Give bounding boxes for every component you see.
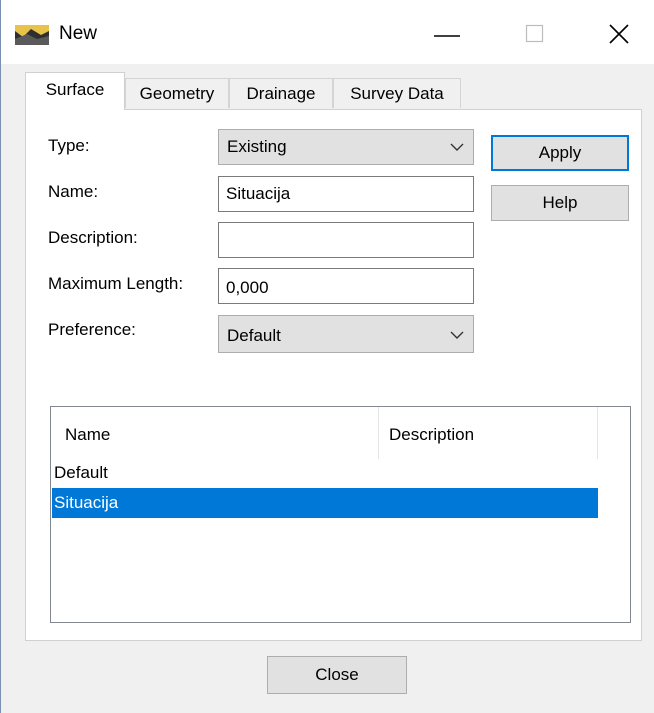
window-title: New xyxy=(59,23,98,44)
preference-dropdown[interactable]: Default xyxy=(218,315,474,353)
help-button[interactable]: Help xyxy=(491,185,629,221)
list-item-name: Situacija xyxy=(54,493,119,512)
preference-label: Preference: xyxy=(48,320,136,339)
chevron-down-icon xyxy=(450,331,464,339)
maximum-length-input[interactable]: 0,000 xyxy=(218,268,474,304)
title-bar[interactable]: New xyxy=(1,0,654,64)
minimize-button[interactable] xyxy=(425,14,469,54)
landscape-app-icon xyxy=(15,25,49,45)
tab-survey-data[interactable]: Survey Data xyxy=(333,78,461,108)
preference-dropdown-value: Default xyxy=(227,326,281,345)
list-header: Name Description xyxy=(51,407,630,459)
name-input[interactable]: Situacija xyxy=(218,176,474,212)
description-input[interactable] xyxy=(218,222,474,258)
column-header-description[interactable]: Description xyxy=(379,407,598,459)
description-label: Description: xyxy=(48,228,138,247)
surface-tab-panel: Type: Existing Name: Situacija Descripti… xyxy=(25,109,642,641)
tab-drainage[interactable]: Drainage xyxy=(229,78,333,108)
close-window-button[interactable] xyxy=(597,14,641,54)
tab-geometry[interactable]: Geometry xyxy=(125,78,229,108)
close-button[interactable]: Close xyxy=(267,656,407,694)
type-dropdown[interactable]: Existing xyxy=(218,129,474,165)
apply-button[interactable]: Apply xyxy=(491,135,629,171)
list-item-default[interactable]: Default xyxy=(52,458,598,488)
tab-surface[interactable]: Surface xyxy=(25,72,125,110)
column-header-name[interactable]: Name xyxy=(51,407,379,459)
chevron-down-icon xyxy=(450,143,464,151)
type-dropdown-value: Existing xyxy=(227,137,287,156)
list-item-situacija[interactable]: Situacija xyxy=(52,488,598,518)
type-label: Type: xyxy=(48,136,90,155)
maximum-length-label: Maximum Length: xyxy=(48,274,184,293)
maximize-icon xyxy=(525,24,544,43)
list-item-name: Default xyxy=(54,463,108,482)
minimize-icon xyxy=(434,35,460,37)
new-dialog-window: New Surface Geometry Drainage Survey Dat… xyxy=(0,0,654,713)
close-icon xyxy=(609,24,629,44)
name-label: Name: xyxy=(48,182,99,201)
maximize-button[interactable] xyxy=(513,14,557,54)
surface-list[interactable]: Name Description Default Situacija xyxy=(50,406,631,623)
